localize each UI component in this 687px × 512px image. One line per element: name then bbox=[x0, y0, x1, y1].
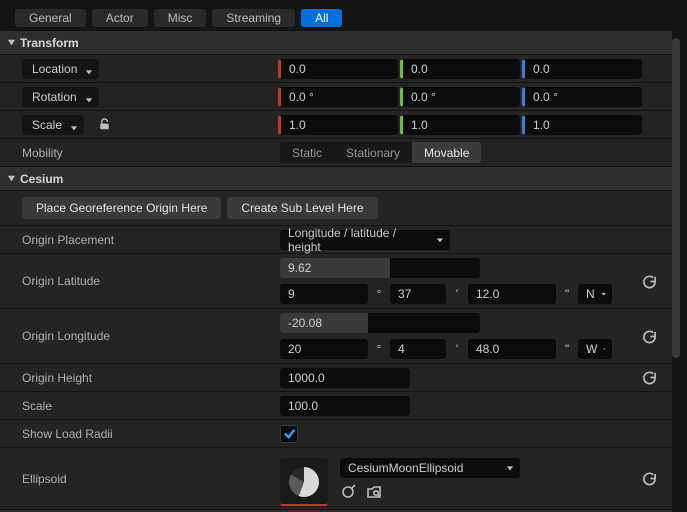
scale-x-input[interactable] bbox=[278, 115, 398, 135]
origin-longitude-deg-input[interactable] bbox=[280, 339, 368, 359]
origin-height-label: Origin Height bbox=[0, 371, 280, 385]
minute-symbol: ' bbox=[452, 342, 462, 356]
scale-z-input[interactable] bbox=[522, 115, 642, 135]
origin-longitude-sec-input[interactable] bbox=[468, 339, 556, 359]
location-dropdown[interactable]: Location bbox=[22, 59, 99, 79]
origin-longitude-dir-select[interactable]: W bbox=[578, 339, 612, 359]
degree-symbol: ° bbox=[374, 342, 384, 356]
origin-latitude-slider[interactable]: 9.62 bbox=[280, 258, 480, 278]
ellipsoid-label: Ellipsoid bbox=[0, 472, 280, 486]
category-cesium-header[interactable]: Cesium bbox=[0, 167, 672, 191]
origin-longitude-slider[interactable]: -20.08 bbox=[280, 313, 480, 333]
reset-latitude-button[interactable] bbox=[640, 272, 658, 290]
use-selected-asset-icon[interactable] bbox=[340, 484, 356, 503]
second-symbol: " bbox=[562, 287, 572, 301]
ellipsoid-thumbnail[interactable] bbox=[280, 458, 328, 506]
show-load-radii-checkbox[interactable] bbox=[280, 425, 298, 443]
chevron-down-icon bbox=[85, 93, 93, 101]
location-y-input[interactable] bbox=[400, 59, 520, 79]
chevron-down-icon bbox=[70, 121, 78, 129]
expand-icon bbox=[6, 174, 16, 184]
origin-placement-value: Longitude / latitude / height bbox=[288, 226, 430, 254]
rotation-z-input[interactable] bbox=[522, 87, 642, 107]
cesium-scale-label: Scale bbox=[0, 399, 280, 413]
origin-latitude-deg-input[interactable] bbox=[280, 284, 368, 304]
create-sub-level-button[interactable]: Create Sub Level Here bbox=[227, 197, 377, 219]
cesium-scale-input[interactable] bbox=[280, 396, 410, 416]
category-transform-label: Transform bbox=[20, 36, 79, 50]
reset-ellipsoid-button[interactable] bbox=[640, 470, 658, 488]
location-z-input[interactable] bbox=[522, 59, 642, 79]
rotation-y-input[interactable] bbox=[400, 87, 520, 107]
origin-placement-select[interactable]: Longitude / latitude / height bbox=[280, 230, 450, 250]
scale-y-input[interactable] bbox=[400, 115, 520, 135]
tab-misc[interactable]: Misc bbox=[154, 9, 207, 27]
reset-longitude-button[interactable] bbox=[640, 327, 658, 345]
browse-to-asset-icon[interactable] bbox=[366, 484, 382, 503]
origin-latitude-min-input[interactable] bbox=[390, 284, 446, 304]
category-cesium-label: Cesium bbox=[20, 172, 63, 186]
tab-general[interactable]: General bbox=[15, 9, 86, 27]
scale-label: Scale bbox=[32, 118, 62, 132]
show-load-radii-label: Show Load Radii bbox=[0, 427, 280, 441]
second-symbol: " bbox=[562, 342, 572, 356]
chevron-down-icon bbox=[85, 65, 93, 73]
minute-symbol: ' bbox=[452, 287, 462, 301]
origin-placement-label: Origin Placement bbox=[0, 233, 280, 247]
origin-longitude-value: -20.08 bbox=[280, 316, 322, 330]
reset-height-button[interactable] bbox=[640, 369, 658, 387]
origin-latitude-sec-input[interactable] bbox=[468, 284, 556, 304]
origin-latitude-dir-select[interactable]: N bbox=[578, 284, 612, 304]
origin-longitude-label: Origin Longitude bbox=[0, 329, 280, 343]
tab-streaming[interactable]: Streaming bbox=[212, 9, 295, 27]
ellipsoid-thumb-icon bbox=[289, 467, 319, 497]
place-georeference-button[interactable]: Place Georeference Origin Here bbox=[22, 197, 221, 219]
scrollbar-track[interactable] bbox=[672, 38, 680, 503]
ellipsoid-value: CesiumMoonEllipsoid bbox=[348, 461, 463, 475]
rotation-label: Rotation bbox=[32, 90, 77, 104]
scrollbar-thumb[interactable] bbox=[672, 38, 680, 358]
origin-latitude-label: Origin Latitude bbox=[0, 274, 280, 288]
origin-longitude-min-input[interactable] bbox=[390, 339, 446, 359]
degree-symbol: ° bbox=[374, 287, 384, 301]
tab-actor[interactable]: Actor bbox=[92, 9, 148, 27]
mobility-stationary[interactable]: Stationary bbox=[334, 142, 412, 163]
category-transform-header[interactable]: Transform bbox=[0, 31, 672, 55]
mobility-static[interactable]: Static bbox=[280, 142, 334, 163]
scale-dropdown[interactable]: Scale bbox=[22, 115, 84, 135]
mobility-movable[interactable]: Movable bbox=[412, 142, 481, 163]
expand-icon bbox=[6, 38, 16, 48]
location-label: Location bbox=[32, 62, 77, 76]
origin-height-input[interactable] bbox=[280, 368, 410, 388]
ellipsoid-select[interactable]: CesiumMoonEllipsoid bbox=[340, 458, 520, 478]
lock-icon[interactable] bbox=[96, 117, 112, 133]
rotation-x-input[interactable] bbox=[278, 87, 398, 107]
tab-all[interactable]: All bbox=[301, 9, 342, 27]
mobility-label: Mobility bbox=[0, 146, 280, 160]
location-x-input[interactable] bbox=[278, 59, 398, 79]
origin-latitude-value: 9.62 bbox=[280, 261, 311, 275]
rotation-dropdown[interactable]: Rotation bbox=[22, 87, 99, 107]
